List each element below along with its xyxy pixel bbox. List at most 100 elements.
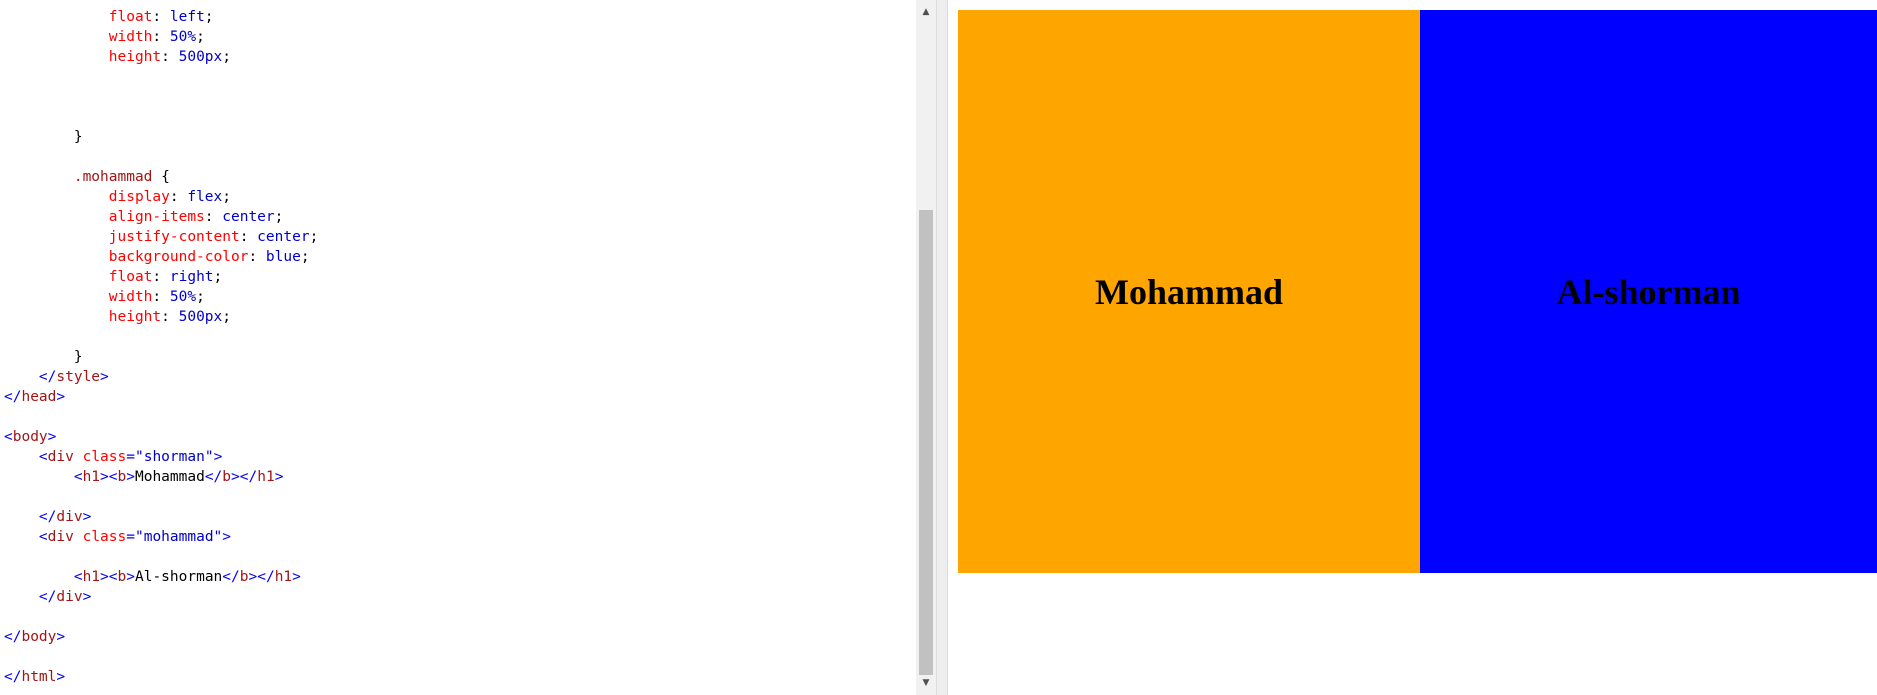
code-token: < (4, 469, 83, 485)
code-line: width: 50%; (4, 287, 318, 307)
code-token: } (4, 129, 83, 145)
code-token: display (4, 189, 170, 205)
code-line: .mohammad { (4, 167, 318, 187)
code-line: background-color: blue; (4, 247, 318, 267)
code-token: : (152, 269, 170, 285)
mohammad-heading: Mohammad (1095, 271, 1283, 312)
code-token: width (4, 29, 153, 45)
code-line: width: 50%; (4, 27, 318, 47)
code-token: { (152, 169, 170, 185)
code-token: width (4, 289, 153, 305)
code-token: : (152, 29, 170, 45)
code-token: Al-shorman (134, 569, 223, 585)
code-token: b (239, 569, 249, 585)
code-token: 50% (169, 289, 197, 305)
code-token: div (47, 529, 74, 545)
code-token: < (4, 449, 48, 465)
code-token: ; (222, 189, 231, 205)
code-token: class (82, 449, 127, 465)
code-line: <h1><b>Mohammad</b></h1> (4, 467, 318, 487)
pane-splitter[interactable] (936, 0, 948, 695)
code-token: center (222, 209, 275, 225)
code-token: : (161, 49, 179, 65)
code-token: </ (4, 389, 22, 405)
code-token: </ (4, 629, 22, 645)
shorman-box: Mohammad (958, 10, 1420, 573)
scroll-down-arrow-icon[interactable]: ▼ (916, 673, 936, 693)
code-token: > (56, 669, 66, 685)
code-token: < (4, 569, 83, 585)
code-token: : (169, 189, 188, 205)
code-token: class (82, 529, 127, 545)
code-token: : (204, 209, 223, 225)
code-line: </head> (4, 387, 318, 407)
code-line: <body> (4, 427, 318, 447)
code-token: flex (187, 189, 223, 205)
code-token: ; (196, 29, 205, 45)
code-token: = (126, 529, 135, 545)
code-line: </body> (4, 627, 318, 647)
code-line: display: flex; (4, 187, 318, 207)
code-token: height (4, 309, 162, 325)
code-line: </div> (4, 587, 318, 607)
code-token: float (4, 269, 153, 285)
code-token: > (126, 569, 135, 585)
code-line: height: 500px; (4, 307, 318, 327)
code-token: ; (309, 229, 319, 245)
code-line: float: left; (4, 7, 318, 27)
code-token: = (126, 449, 135, 465)
mohammad-box: Al-shorman (1420, 10, 1877, 573)
code-token: right (169, 269, 214, 285)
code-token: > (274, 469, 284, 485)
code-token: "mohammad" (134, 529, 223, 545)
code-token: left (169, 9, 205, 25)
code-token: : (152, 9, 170, 25)
code-token: head (21, 389, 57, 405)
code-token: ; (222, 49, 231, 65)
code-line: height: 500px; (4, 47, 318, 67)
code-token: body (21, 629, 57, 645)
editor-scrollbar[interactable]: ▲ ▼ (916, 0, 936, 695)
code-token: justify-content (4, 229, 240, 245)
code-line: <div class="shorman"> (4, 447, 318, 467)
code-token: > (56, 389, 66, 405)
code-line: </div> (4, 507, 318, 527)
code-token: </ (4, 589, 57, 605)
code-token: 500px (178, 309, 223, 325)
code-token: </ (222, 569, 240, 585)
code-token: ; (300, 249, 310, 265)
code-content[interactable]: float: left; width: 50%; height: 500px; … (4, 7, 318, 687)
code-token: float (4, 9, 153, 25)
scroll-up-arrow-icon[interactable]: ▲ (916, 2, 936, 22)
code-token: </ (204, 469, 223, 485)
code-token: ; (222, 309, 231, 325)
code-token: h1 (82, 469, 101, 485)
code-token: style (56, 369, 101, 385)
scroll-thumb[interactable] (919, 210, 933, 675)
code-token: b (117, 569, 127, 585)
code-token: h1 (274, 569, 293, 585)
code-token: > (126, 469, 135, 485)
code-token: div (47, 449, 74, 465)
code-token: > (100, 369, 109, 385)
code-token: h1 (82, 569, 101, 585)
result-preview: Mohammad Al-shorman (948, 0, 1877, 695)
code-token: html (21, 669, 57, 685)
code-token: height (4, 49, 162, 65)
code-token: ; (204, 9, 214, 25)
code-token: > (213, 449, 223, 465)
code-line: <h1><b>Al-shorman</b></h1> (4, 567, 318, 587)
code-token: div (56, 509, 83, 525)
code-token: 500px (178, 49, 223, 65)
code-line: <div class="mohammad"> (4, 527, 318, 547)
code-editor[interactable]: float: left; width: 50%; height: 500px; … (0, 0, 916, 695)
